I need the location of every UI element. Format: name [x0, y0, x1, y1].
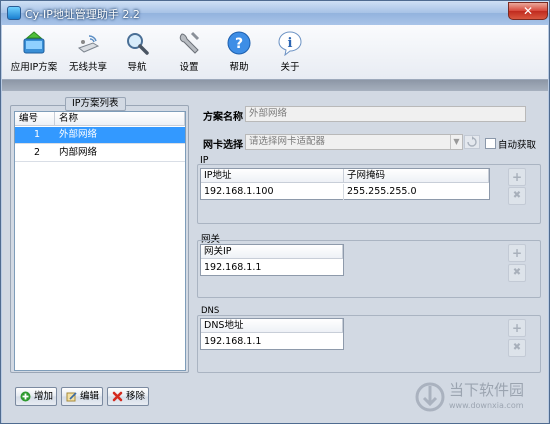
toolbar: 应用IP方案 无线共享 导航 设置 ? 帮助 i 关于: [2, 25, 548, 80]
toolbar-navigate[interactable]: 导航: [117, 28, 157, 78]
row-index: 1: [34, 129, 41, 140]
toolbar-settings[interactable]: 设置: [169, 28, 209, 78]
row-name: 内部网络: [59, 147, 98, 158]
column-header-index[interactable]: 编号: [15, 112, 55, 126]
apply-plan-icon: [23, 31, 45, 54]
svg-text:?: ?: [235, 36, 243, 52]
table-row[interactable]: 2 内部网络: [15, 145, 185, 162]
toolbar-help[interactable]: ? 帮助: [219, 28, 259, 78]
mask-column-header: 子网掩码: [344, 169, 489, 183]
plus-circle-icon: [20, 391, 31, 402]
add-dns-button[interactable]: +: [508, 319, 526, 337]
nic-select-dropdown[interactable]: 请选择网卡适配器: [245, 134, 463, 150]
chevron-down-icon[interactable]: ▼: [450, 135, 462, 149]
app-icon: [7, 6, 21, 20]
remove-dns-button[interactable]: ✖: [508, 339, 526, 357]
gateway-column-header: 网关IP: [201, 245, 343, 259]
remove-ip-button[interactable]: ✖: [508, 187, 526, 205]
magnifier-icon: [127, 33, 149, 55]
ip-grid[interactable]: IP地址 子网掩码 192.168.1.100 255.255.255.0: [200, 168, 490, 200]
app-window: Cy-IP地址管理助手 2.2 ✕ 应用IP方案 无线共享 导航 设置 ? 帮助…: [0, 0, 550, 424]
add-gateway-button[interactable]: +: [508, 244, 526, 262]
row-name: 外部网络: [59, 129, 98, 140]
edit-plan-button[interactable]: 编辑: [61, 387, 103, 406]
remove-gateway-button[interactable]: ✖: [508, 264, 526, 282]
refresh-nic-button[interactable]: [464, 135, 480, 149]
toolbar-separator: [2, 80, 548, 91]
plan-name-field[interactable]: 外部网络: [245, 106, 526, 122]
ip-column-header: IP地址: [201, 169, 344, 183]
auto-obtain-label: 自动获取: [498, 140, 537, 151]
delete-x-icon: [112, 391, 123, 402]
dns-grid[interactable]: DNS地址 192.168.1.1: [200, 318, 344, 350]
column-header-name[interactable]: 名称: [55, 112, 185, 126]
edit-icon: [66, 392, 77, 402]
subnet-mask-cell[interactable]: 255.255.255.0: [344, 184, 489, 200]
watermark-text: 当下软件园: [449, 381, 525, 399]
plan-name-label: 方案名称: [203, 112, 243, 123]
gateway-cell[interactable]: 192.168.1.1: [201, 260, 343, 276]
auto-obtain-checkbox[interactable]: [485, 138, 496, 149]
watermark-logo-icon: [415, 382, 445, 412]
row-index: 2: [34, 147, 41, 158]
add-plan-button[interactable]: 增加: [15, 387, 57, 406]
close-button[interactable]: ✕: [508, 2, 548, 20]
add-ip-button[interactable]: +: [508, 168, 526, 186]
watermark: 当下软件园 www.downxia.com: [415, 377, 547, 423]
title-bar[interactable]: Cy-IP地址管理助手 2.2 ✕: [1, 1, 549, 25]
toolbar-about[interactable]: i 关于: [270, 28, 310, 78]
wrench-icon: [179, 31, 200, 54]
info-icon: i: [278, 31, 302, 56]
toolbar-apply-plan[interactable]: 应用IP方案: [8, 28, 60, 78]
ip-address-cell[interactable]: 192.168.1.100: [201, 184, 344, 200]
plan-list-title: IP方案列表: [65, 97, 126, 111]
nic-select-label: 网卡选择: [203, 140, 243, 151]
dns-column-header: DNS地址: [201, 319, 343, 333]
window-title: Cy-IP地址管理助手 2.2: [25, 8, 140, 21]
svg-text:i: i: [288, 36, 293, 51]
remove-plan-button[interactable]: 移除: [107, 387, 149, 406]
wireless-share-icon: [77, 35, 100, 53]
watermark-url: www.downxia.com: [449, 401, 524, 410]
refresh-icon: [467, 136, 477, 147]
dns-cell[interactable]: 192.168.1.1: [201, 334, 343, 350]
plan-table[interactable]: 编号 名称 1 外部网络 2 内部网络: [14, 111, 186, 371]
help-icon: ?: [227, 31, 251, 55]
gateway-grid[interactable]: 网关IP 192.168.1.1: [200, 244, 344, 276]
toolbar-wireless-share[interactable]: 无线共享: [64, 28, 112, 78]
table-row[interactable]: 1 外部网络: [15, 127, 185, 144]
